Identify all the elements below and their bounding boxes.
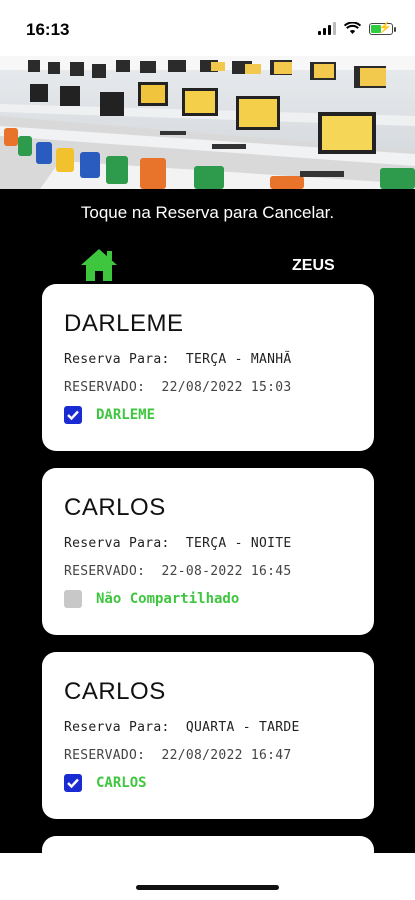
reservation-card[interactable]: CARLOS Reserva Para: QUARTA - TARDE RESE…	[42, 652, 374, 819]
reservation-period: Reserva Para: TERÇA - MANHÃ	[64, 352, 292, 367]
shared-checkbox[interactable]	[64, 774, 82, 792]
home-icon[interactable]	[80, 248, 118, 282]
check-icon	[67, 410, 79, 421]
shared-label: Não Compartilhado	[96, 591, 240, 607]
shared-checkbox[interactable]	[64, 590, 82, 608]
status-bar: 16:13 ⚡	[0, 0, 415, 56]
reservation-date: RESERVADO: 22/08/2022 16:47	[64, 748, 292, 763]
reservation-card[interactable]: CARLOS Reserva Para: TERÇA - NOITE RESER…	[42, 468, 374, 635]
status-icons: ⚡	[318, 22, 396, 35]
shared-label: CARLOS	[96, 775, 147, 791]
reservation-date: RESERVADO: 22/08/2022 15:03	[64, 380, 292, 395]
user-name: ZEUS	[292, 257, 335, 274]
reservation-period: Reserva Para: TERÇA - NOITE	[64, 536, 292, 551]
reservation-name: CARLOS	[64, 678, 166, 705]
page-title: Toque na Reserva para Cancelar.	[80, 203, 335, 222]
home-indicator[interactable]	[136, 885, 279, 890]
reservation-name: CARLOS	[64, 494, 166, 521]
check-icon	[67, 778, 79, 789]
bottom-bar	[0, 853, 415, 900]
reservation-name: DARLEME	[64, 310, 184, 337]
reservation-card[interactable]: DARLEME Reserva Para: TERÇA - MANHÃ RESE…	[42, 284, 374, 451]
battery-icon: ⚡	[369, 22, 396, 35]
shared-checkbox[interactable]	[64, 406, 82, 424]
reservation-list: DARLEME Reserva Para: TERÇA - MANHÃ RESE…	[42, 284, 374, 893]
share-row: CARLOS	[64, 774, 147, 792]
share-row: Não Compartilhado	[64, 590, 239, 608]
signal-icon	[318, 22, 336, 35]
reservation-date: RESERVADO: 22-08-2022 16:45	[64, 564, 292, 579]
wifi-icon	[344, 22, 361, 34]
share-row: DARLEME	[64, 406, 155, 424]
shared-label: DARLEME	[96, 407, 156, 423]
reservation-period: Reserva Para: QUARTA - TARDE	[64, 720, 300, 735]
status-time: 16:13	[26, 20, 70, 39]
banner-image	[0, 56, 415, 189]
